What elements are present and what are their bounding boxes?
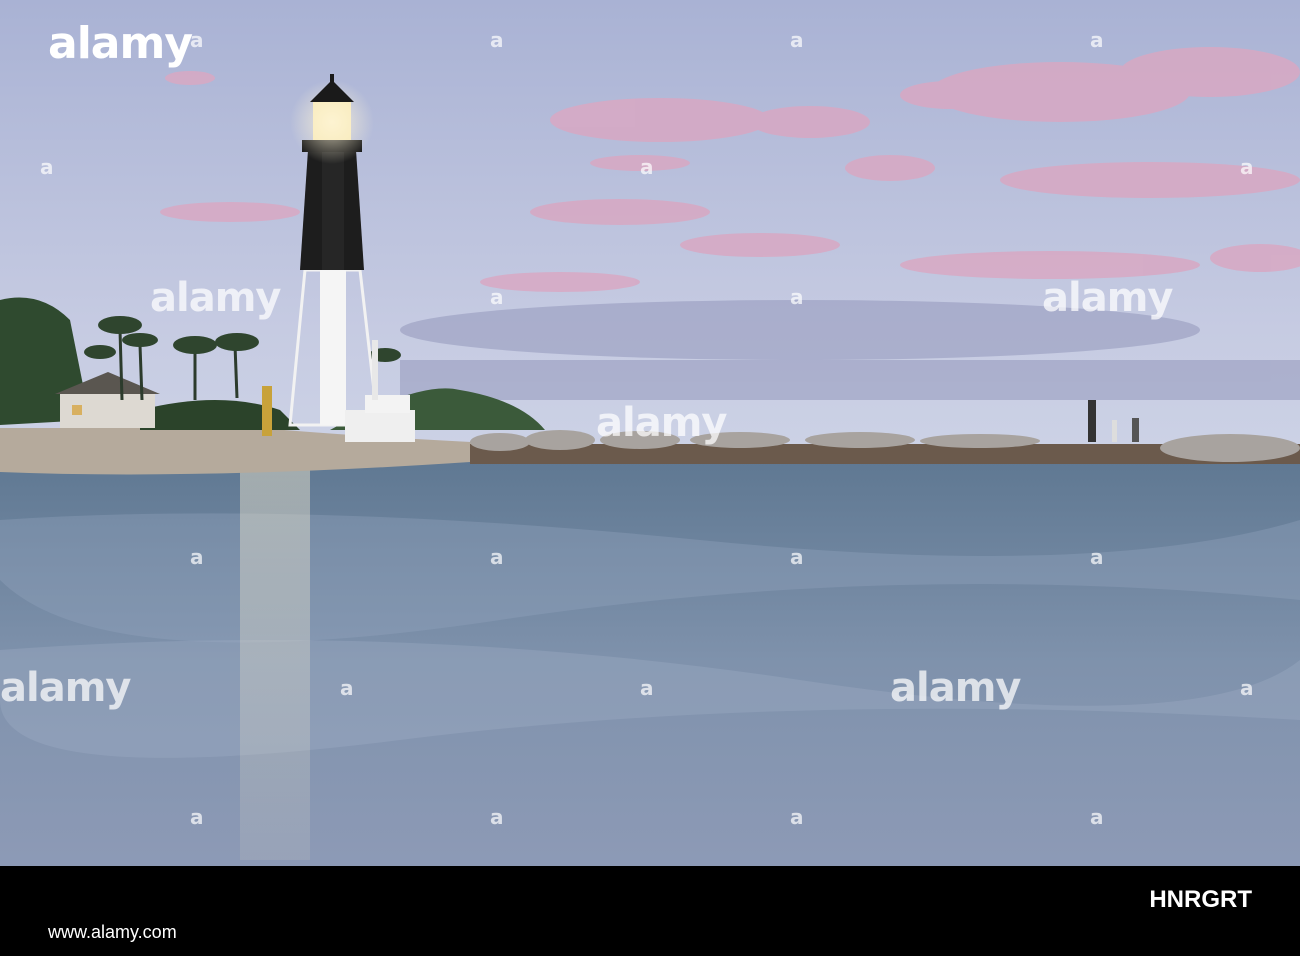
alamy-url-link[interactable]: www.alamy.com [48, 922, 177, 943]
alamy-logo[interactable]: alamy [48, 18, 193, 69]
watermark-letter: a [1090, 28, 1104, 52]
watermark-text: alamy [0, 665, 131, 711]
image-id-label: HNRGRT [1149, 886, 1252, 913]
watermark-letter: a [790, 805, 804, 829]
watermark-letter: a [790, 28, 804, 52]
watermark-text: alamy [150, 275, 281, 321]
watermark-letter: a [790, 545, 804, 569]
watermark-text: alamy [890, 665, 1021, 711]
watermark-letter: a [490, 545, 504, 569]
watermark-letter: a [490, 805, 504, 829]
watermark-letter: a [190, 805, 204, 829]
watermark-text: alamy [596, 400, 727, 446]
watermark-letter: a [1240, 676, 1254, 700]
light-reflection [240, 470, 310, 860]
watermark-letter: a [490, 285, 504, 309]
footer-bar [0, 866, 1300, 956]
watermark-letter: a [1090, 805, 1104, 829]
watermark-letter: a [640, 155, 654, 179]
watermark-letter: a [40, 155, 54, 179]
watermark-letter: a [490, 28, 504, 52]
watermark-letter: a [640, 676, 654, 700]
watermark-letter: a [790, 285, 804, 309]
watermark-letter: a [340, 676, 354, 700]
watermark-text: alamy [1042, 275, 1173, 321]
watermark-letter: a [190, 28, 204, 52]
watermark-letter: a [1240, 155, 1254, 179]
watermark-letter: a [1090, 545, 1104, 569]
watermark-letter: a [190, 545, 204, 569]
